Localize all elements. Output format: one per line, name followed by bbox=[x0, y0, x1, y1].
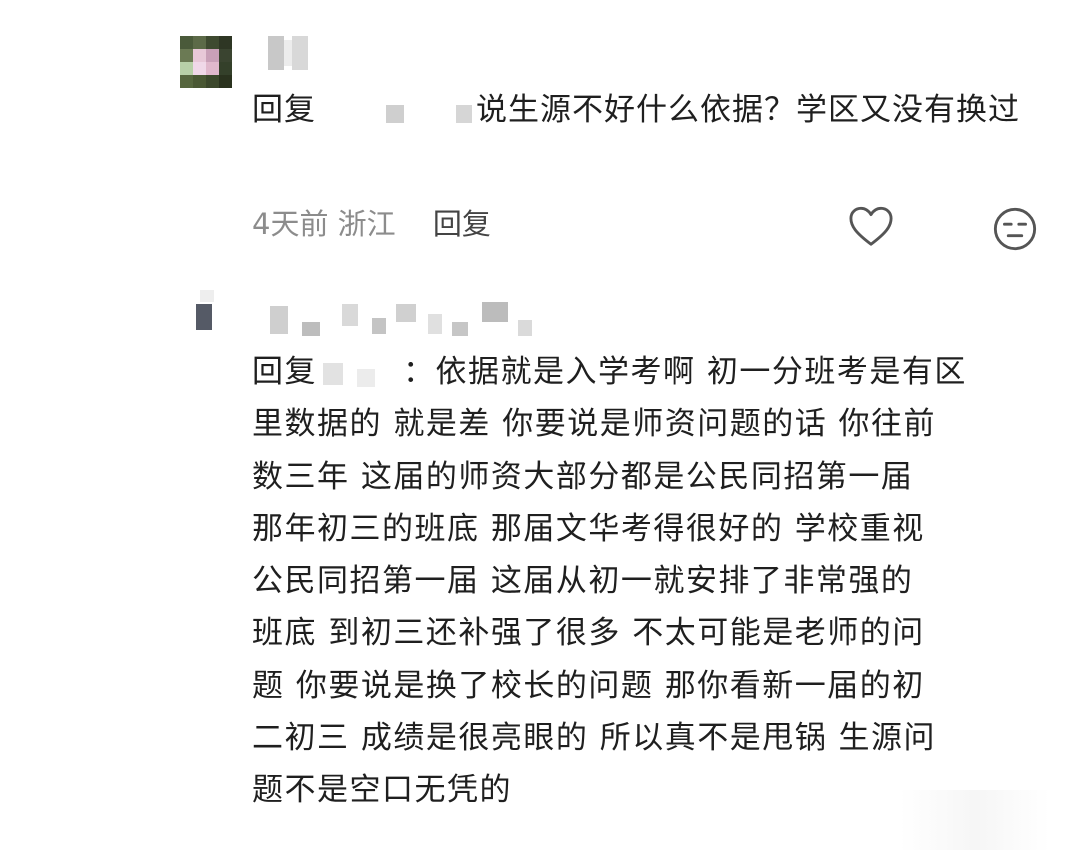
comment-line: 二初三 成绩是很亮眼的 所以真不是甩锅 生源问 bbox=[252, 720, 937, 757]
comment-meta: 4天前 浙江 回复 bbox=[252, 202, 491, 246]
scroll-fade bbox=[900, 790, 1050, 850]
comment-line: 回复 ：依据就是入学考啊 初一分班考是有区 bbox=[252, 346, 1052, 398]
comment-line: 公民同招第一届 这届从初一就安排了非常强的 bbox=[252, 563, 914, 600]
location: 浙江 bbox=[337, 207, 396, 241]
username-masked[interactable] bbox=[268, 36, 324, 70]
comment-text: 回复 说生源不好什么依据？学区又没有换过 bbox=[252, 84, 1042, 136]
comment-line: 里数据的 就是差 你要说是师资问题的话 你往前 bbox=[252, 406, 937, 443]
username-masked[interactable] bbox=[262, 298, 542, 342]
comment-body: 说生源不好什么依据？学区又没有换过 bbox=[476, 92, 1020, 128]
comment-line: 班底 到初三还补强了很多 不太可能是老师的问 bbox=[252, 615, 925, 652]
reply-prefix: 回复 bbox=[252, 354, 317, 390]
comment-text: 回复 ：依据就是入学考啊 初一分班考是有区 里数据的 就是差 你要说是师资问题的… bbox=[252, 346, 1052, 817]
heart-icon[interactable] bbox=[848, 205, 894, 249]
comment-line: 题 你要说是换了校长的问题 那你看新一届的初 bbox=[252, 667, 925, 704]
comment-line: 数三年 这届的师资大部分都是公民同招第一届 bbox=[252, 458, 914, 495]
avatar[interactable] bbox=[196, 290, 218, 342]
mention-masked[interactable] bbox=[317, 359, 403, 389]
timestamp: 4天前 bbox=[252, 207, 329, 241]
comment-thread: 回复 说生源不好什么依据？学区又没有换过 4天前 浙江 回复 回复 ：依据就是入… bbox=[0, 0, 1080, 863]
comment-line: 那年初三的班底 那届文华考得很好的 学校重视 bbox=[252, 510, 925, 547]
dislike-face-icon[interactable] bbox=[992, 206, 1038, 252]
comment-line-text: ：依据就是入学考啊 初一分班考是有区 bbox=[403, 354, 967, 390]
mention-masked[interactable] bbox=[316, 97, 476, 127]
reply-prefix: 回复 bbox=[252, 92, 316, 128]
avatar[interactable] bbox=[180, 36, 232, 88]
reply-button[interactable]: 回复 bbox=[433, 207, 491, 241]
